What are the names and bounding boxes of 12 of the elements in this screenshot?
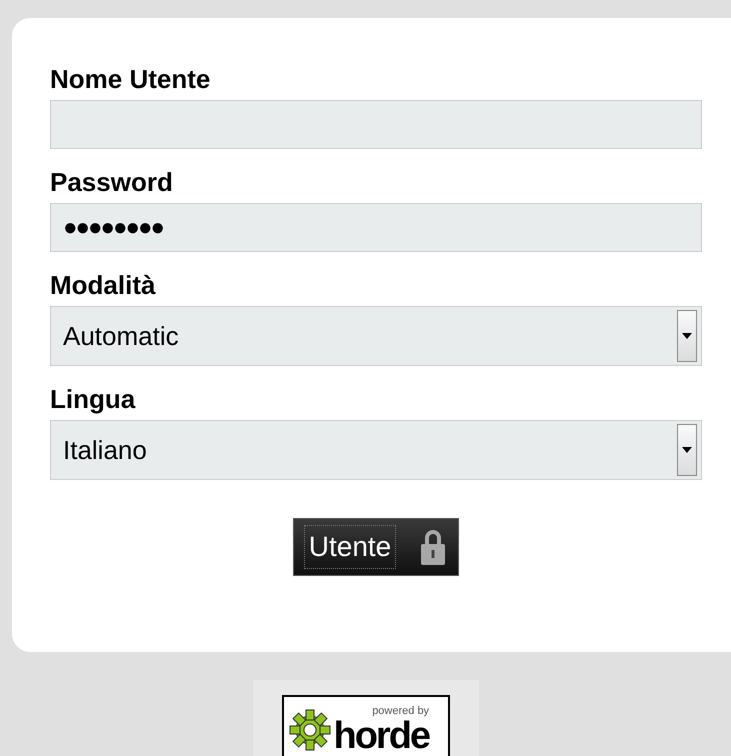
login-button[interactable]: Utente bbox=[292, 518, 460, 576]
logo-wordmark: horde bbox=[334, 716, 430, 754]
select-field[interactable]: Italiano bbox=[50, 420, 702, 480]
input-field[interactable] bbox=[50, 100, 702, 149]
select-field[interactable]: Automatic bbox=[50, 306, 702, 366]
field-label: Password bbox=[50, 169, 173, 195]
gear-icon bbox=[288, 708, 332, 752]
field-label: Nome Utente bbox=[50, 66, 210, 92]
field-label: Modalità bbox=[50, 272, 156, 298]
field-label: Lingua bbox=[50, 386, 136, 412]
password-field[interactable]: ●●●●●●●● bbox=[50, 203, 702, 252]
logo-caption: powered by bbox=[372, 706, 430, 716]
